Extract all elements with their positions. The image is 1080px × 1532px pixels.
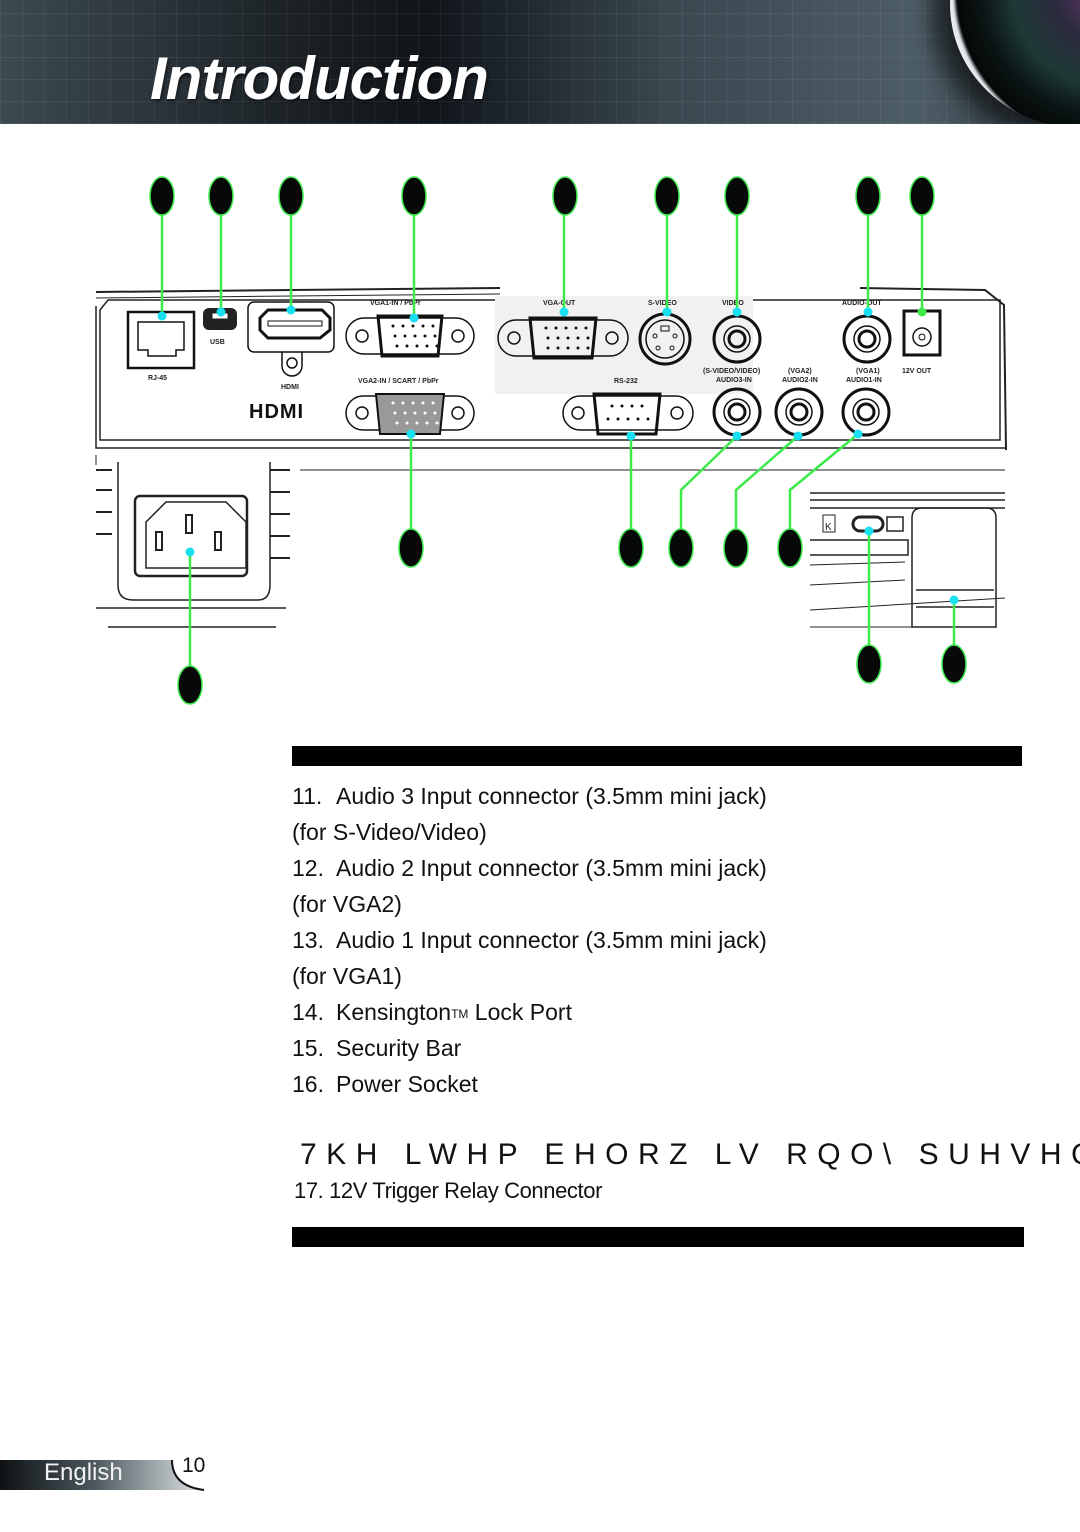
video-label: VIDEO: [722, 300, 744, 307]
audio2-in-port: [774, 387, 824, 437]
projector-rear-panel-diagram: RJ-45 USB HDMI HDMI VGA1-IN / PbPr VGA2-…: [95, 176, 1007, 705]
12v-out-port: [902, 309, 942, 357]
audio3-in-port: [712, 387, 762, 437]
page-header-banner: Introduction: [0, 0, 1080, 124]
callout-marker-16: [941, 644, 967, 684]
s-video-label: S-VIDEO: [648, 300, 677, 307]
callout-marker-4: [401, 176, 427, 216]
callout-marker-17: [177, 665, 203, 705]
vga2-in-label: VGA2-IN / SCART / PbPr: [358, 378, 439, 385]
callout-marker-12: [668, 528, 694, 568]
list-item-continuation: (for S-Video/Video): [292, 819, 487, 845]
callout-marker-14: [777, 528, 803, 568]
trademark-mark: TM: [451, 1007, 469, 1021]
rs232-label: RS-232: [614, 378, 638, 385]
section-divider-bottom: [292, 1227, 1024, 1247]
list-item: 16. Power Socket: [292, 1071, 478, 1097]
hdmi-label: HDMI: [281, 384, 299, 391]
callout-marker-1: [149, 176, 175, 216]
vga1-in-port: [345, 314, 475, 358]
audio-out-port: [842, 314, 892, 364]
callout-marker-11: [618, 528, 644, 568]
callout-marker-6: [654, 176, 680, 216]
list-item: 13. Audio 1 Input connector (3.5mm mini j…: [292, 927, 767, 953]
audio1-in-port: [841, 387, 891, 437]
callout-marker-10: [398, 528, 424, 568]
page-title: Introduction: [150, 45, 489, 112]
audio2-in-label-top: (VGA2): [788, 368, 812, 375]
callout-marker-15: [856, 644, 882, 684]
audio1-in-label: AUDIO1-IN: [846, 377, 882, 384]
list-item: 12. Audio 2 Input connector (3.5mm mini j…: [292, 855, 767, 881]
audio1-in-label-top: (VGA1): [856, 368, 880, 375]
usb-label: USB: [210, 339, 225, 346]
rs232-port: [562, 392, 694, 436]
audio3-in-label-top: (S-VIDEO/VIDEO): [703, 368, 760, 375]
connector-list: 11. Audio 3 Input connector (3.5mm mini j…: [292, 778, 767, 1102]
callout-marker-3: [278, 176, 304, 216]
callout-marker-8: [855, 176, 881, 216]
list-item-continuation: (for VGA1): [292, 963, 402, 989]
vga2-in-port: [345, 393, 475, 435]
svg-text:K: K: [825, 522, 832, 533]
list-item: 11. Audio 3 Input connector (3.5mm mini j…: [292, 783, 767, 809]
page-number: 10: [182, 1454, 206, 1477]
rj45-label: RJ-45: [148, 375, 167, 382]
callout-marker-7: [724, 176, 750, 216]
list-item-continuation: (for VGA2): [292, 891, 402, 917]
vga-out-label: VGA-OUT: [543, 300, 576, 307]
audio2-in-label: AUDIO2-IN: [782, 377, 818, 384]
projector-lens-image: [950, 0, 1080, 124]
audio3-in-label: AUDIO3-IN: [716, 377, 752, 384]
list-item: 15. Security Bar: [292, 1035, 462, 1061]
section-divider-top: [292, 746, 1022, 766]
callout-marker-9: [909, 176, 935, 216]
callout-marker-13: [723, 528, 749, 568]
12v-out-label: 12V OUT: [902, 368, 932, 375]
callout-marker-2: [208, 176, 234, 216]
audio-out-label: AUDIO-OUT: [842, 300, 882, 307]
rj45-port: [126, 310, 196, 370]
list-item: 14. KensingtonTM Lock Port: [292, 999, 572, 1025]
hdmi-logo: HDMI: [249, 401, 304, 423]
callout-marker-5: [552, 176, 578, 216]
footer-language: English: [44, 1459, 123, 1486]
list-item-17: 17. 12V Trigger Relay Connector: [294, 1178, 602, 1203]
note-heading-garbled: 7KH LWHP EHORZ LV RQO\ SUHVHQ: [300, 1138, 1080, 1171]
